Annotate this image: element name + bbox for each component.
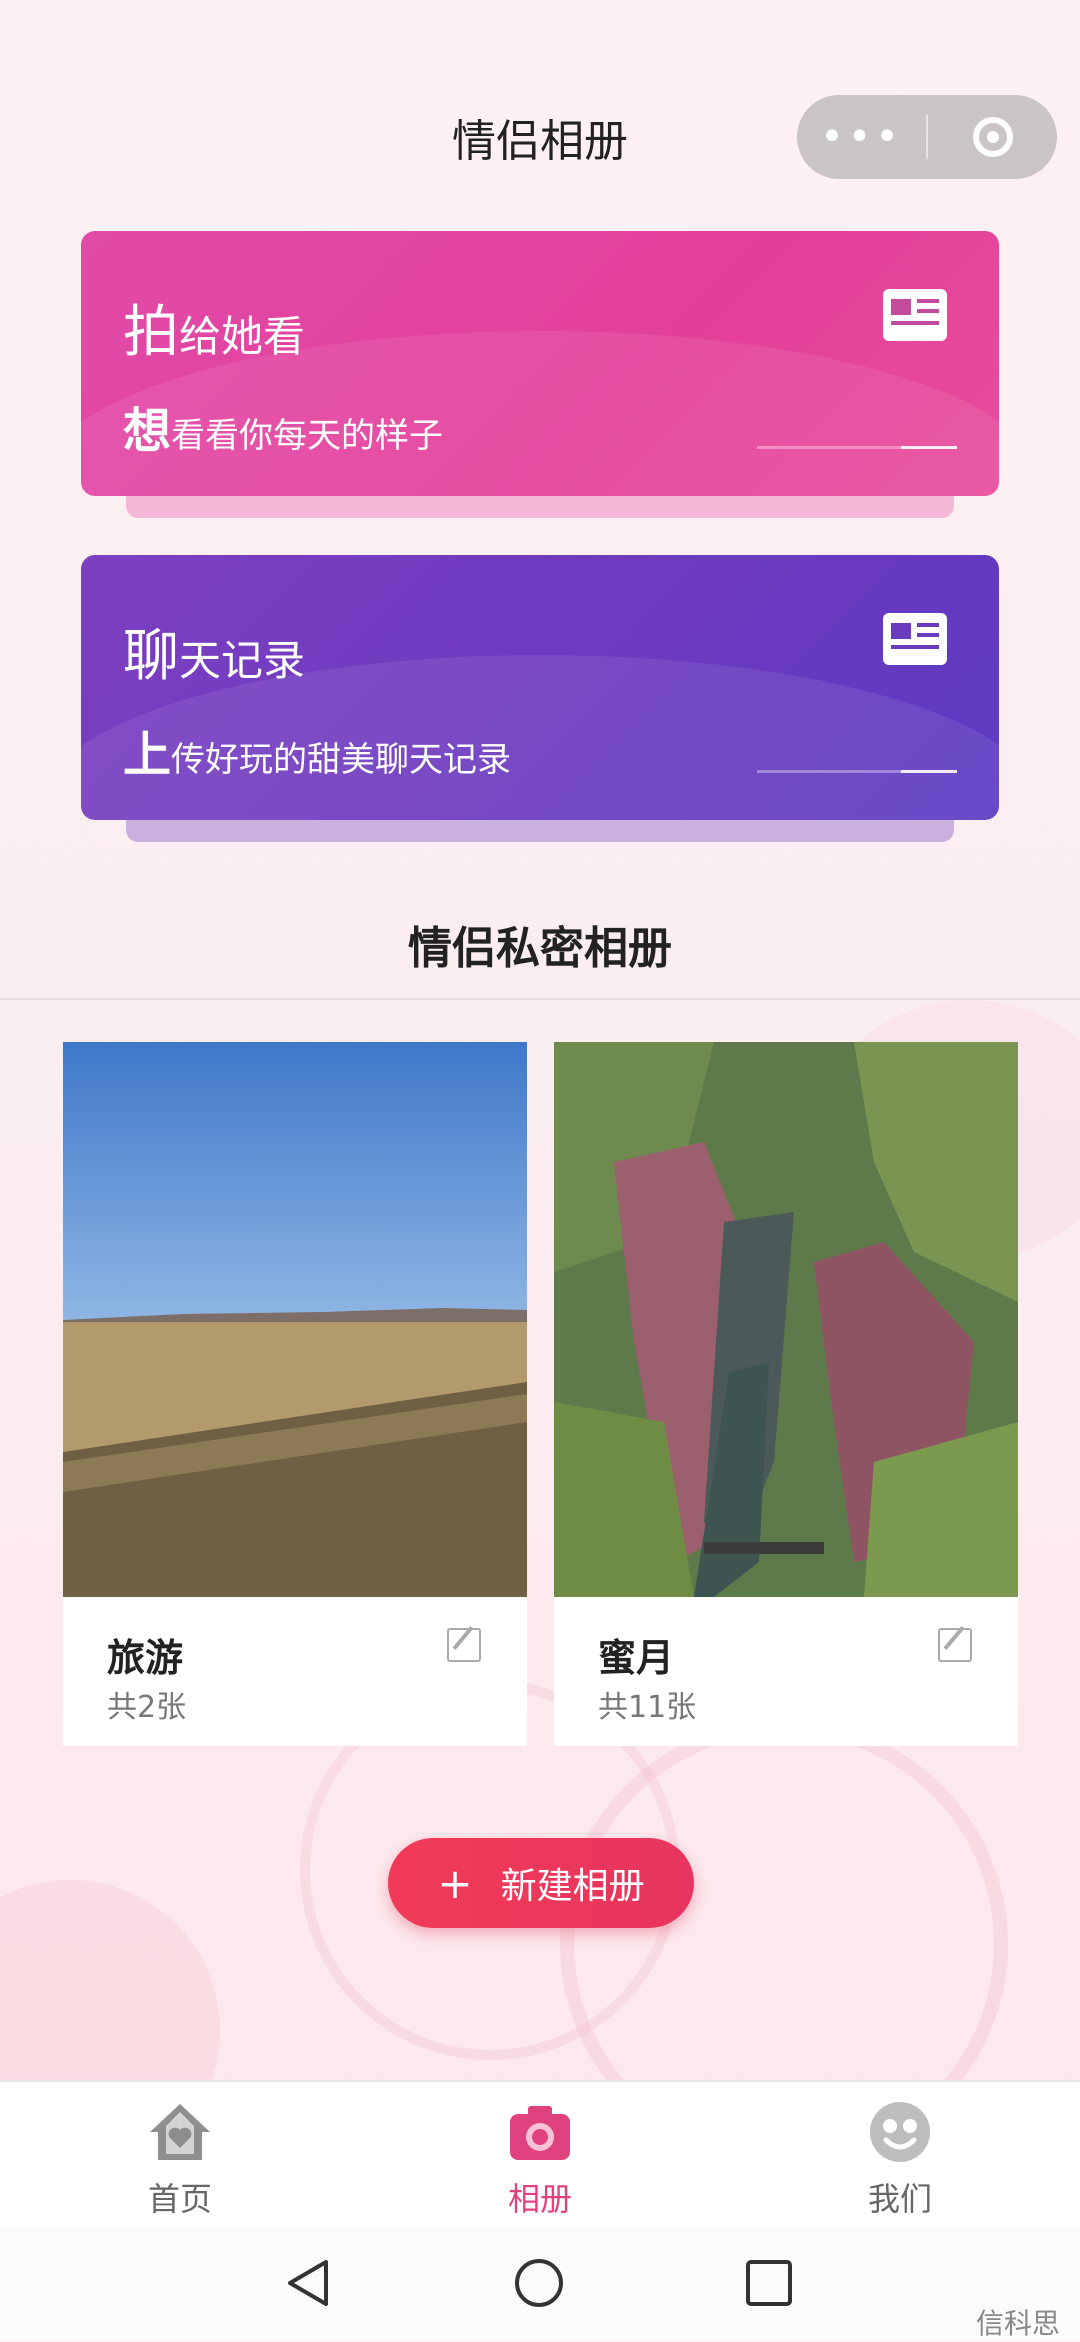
album-name: 蜜月 <box>598 1636 675 1680</box>
back-triangle-icon[interactable] <box>282 2256 336 2310</box>
card-title: 聊天记录 <box>123 624 306 689</box>
card-news-icon <box>883 613 947 665</box>
tab-bar: 首页 相册 我们 <box>0 2080 1080 2228</box>
status-bar <box>0 0 1080 80</box>
smiley-icon <box>870 2102 930 2162</box>
card-title: 拍给她看 <box>123 300 306 365</box>
more-menu-button[interactable]: ••• <box>797 95 926 179</box>
photo-card[interactable]: 拍给她看 想看看你每天的样子 <box>81 231 999 496</box>
tab-us[interactable]: 我们 <box>800 2082 1000 2228</box>
section-title: 情侣私密相册 <box>408 923 672 974</box>
mini-program-capsule: ••• <box>797 95 1057 179</box>
edit-icon[interactable] <box>938 1628 972 1662</box>
new-album-label: 新建相册 <box>500 1866 645 1907</box>
card-shadow <box>126 496 954 518</box>
card-subtitle: 想看看你每天的样子 <box>123 403 444 459</box>
album-card[interactable]: 旅游 共2张 <box>63 1042 527 1746</box>
card-news-icon <box>883 289 947 341</box>
system-navigation-bar <box>0 2226 1080 2340</box>
tab-label: 相册 <box>507 2180 572 2218</box>
album-name: 旅游 <box>107 1636 184 1680</box>
home-circle-icon[interactable] <box>512 2256 566 2310</box>
album-card[interactable]: 蜜月 共11张 <box>554 1042 1018 1746</box>
section-divider <box>0 998 1080 1000</box>
card-shadow <box>126 820 954 842</box>
card-progress-line <box>757 446 957 449</box>
tab-label: 我们 <box>867 2180 932 2218</box>
tab-label: 首页 <box>147 2180 212 2218</box>
card-subtitle: 上传好玩的甜美聊天记录 <box>123 727 512 783</box>
card-progress-line <box>757 770 957 773</box>
tab-album[interactable]: 相册 <box>440 2082 640 2228</box>
album-count: 共2张 <box>107 1690 187 1725</box>
plus-icon: + <box>437 1858 473 1908</box>
grassland-photo[interactable] <box>63 1042 527 1597</box>
target-icon <box>972 117 1013 157</box>
canyon-photo[interactable] <box>554 1042 1018 1597</box>
new-album-button[interactable]: + 新建相册 <box>388 1838 694 1928</box>
edit-icon[interactable] <box>447 1628 481 1662</box>
album-count: 共11张 <box>598 1690 697 1725</box>
chat-record-card[interactable]: 聊天记录 上传好玩的甜美聊天记录 <box>81 555 999 820</box>
home-icon <box>150 2104 210 2160</box>
tab-home[interactable]: 首页 <box>80 2082 280 2228</box>
recents-square-icon[interactable] <box>742 2256 796 2310</box>
camera-icon <box>510 2106 570 2160</box>
close-mini-program-button[interactable] <box>928 117 1057 157</box>
watermark: 信科思 <box>975 2307 1060 2340</box>
